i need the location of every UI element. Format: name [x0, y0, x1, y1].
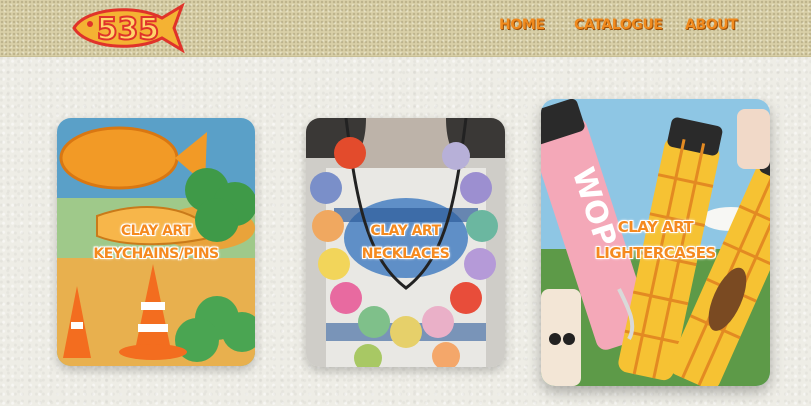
nav-home-link[interactable]: HOME	[499, 17, 545, 33]
card-keychains-pins[interactable]: CLAY ART KEYCHAINS/PINS	[57, 118, 255, 366]
card-necklaces[interactable]: CLAY ART NECKLACES	[306, 118, 505, 367]
card-lightercases[interactable]: WOP CLAY ART LIGHTERCASES	[541, 99, 770, 386]
card-title-line1: CLAY ART	[370, 223, 441, 239]
nav-about-link[interactable]: ABOUT	[685, 17, 738, 33]
card-title-line1: CLAY ART	[617, 218, 694, 236]
main-nav: HOME CATALOGUE ABOUT	[0, 17, 811, 39]
card-title-line2: NECKLACES	[361, 246, 450, 262]
card-title-line1: CLAY ART	[120, 223, 192, 239]
nav-catalogue-link[interactable]: CATALOGUE	[574, 17, 663, 33]
card-title-line2: KEYCHAINS/PINS	[93, 246, 219, 262]
site-header: 535 HOME CATALOGUE ABOUT	[0, 0, 811, 57]
card-title-line2: LIGHTERCASES	[595, 244, 716, 262]
